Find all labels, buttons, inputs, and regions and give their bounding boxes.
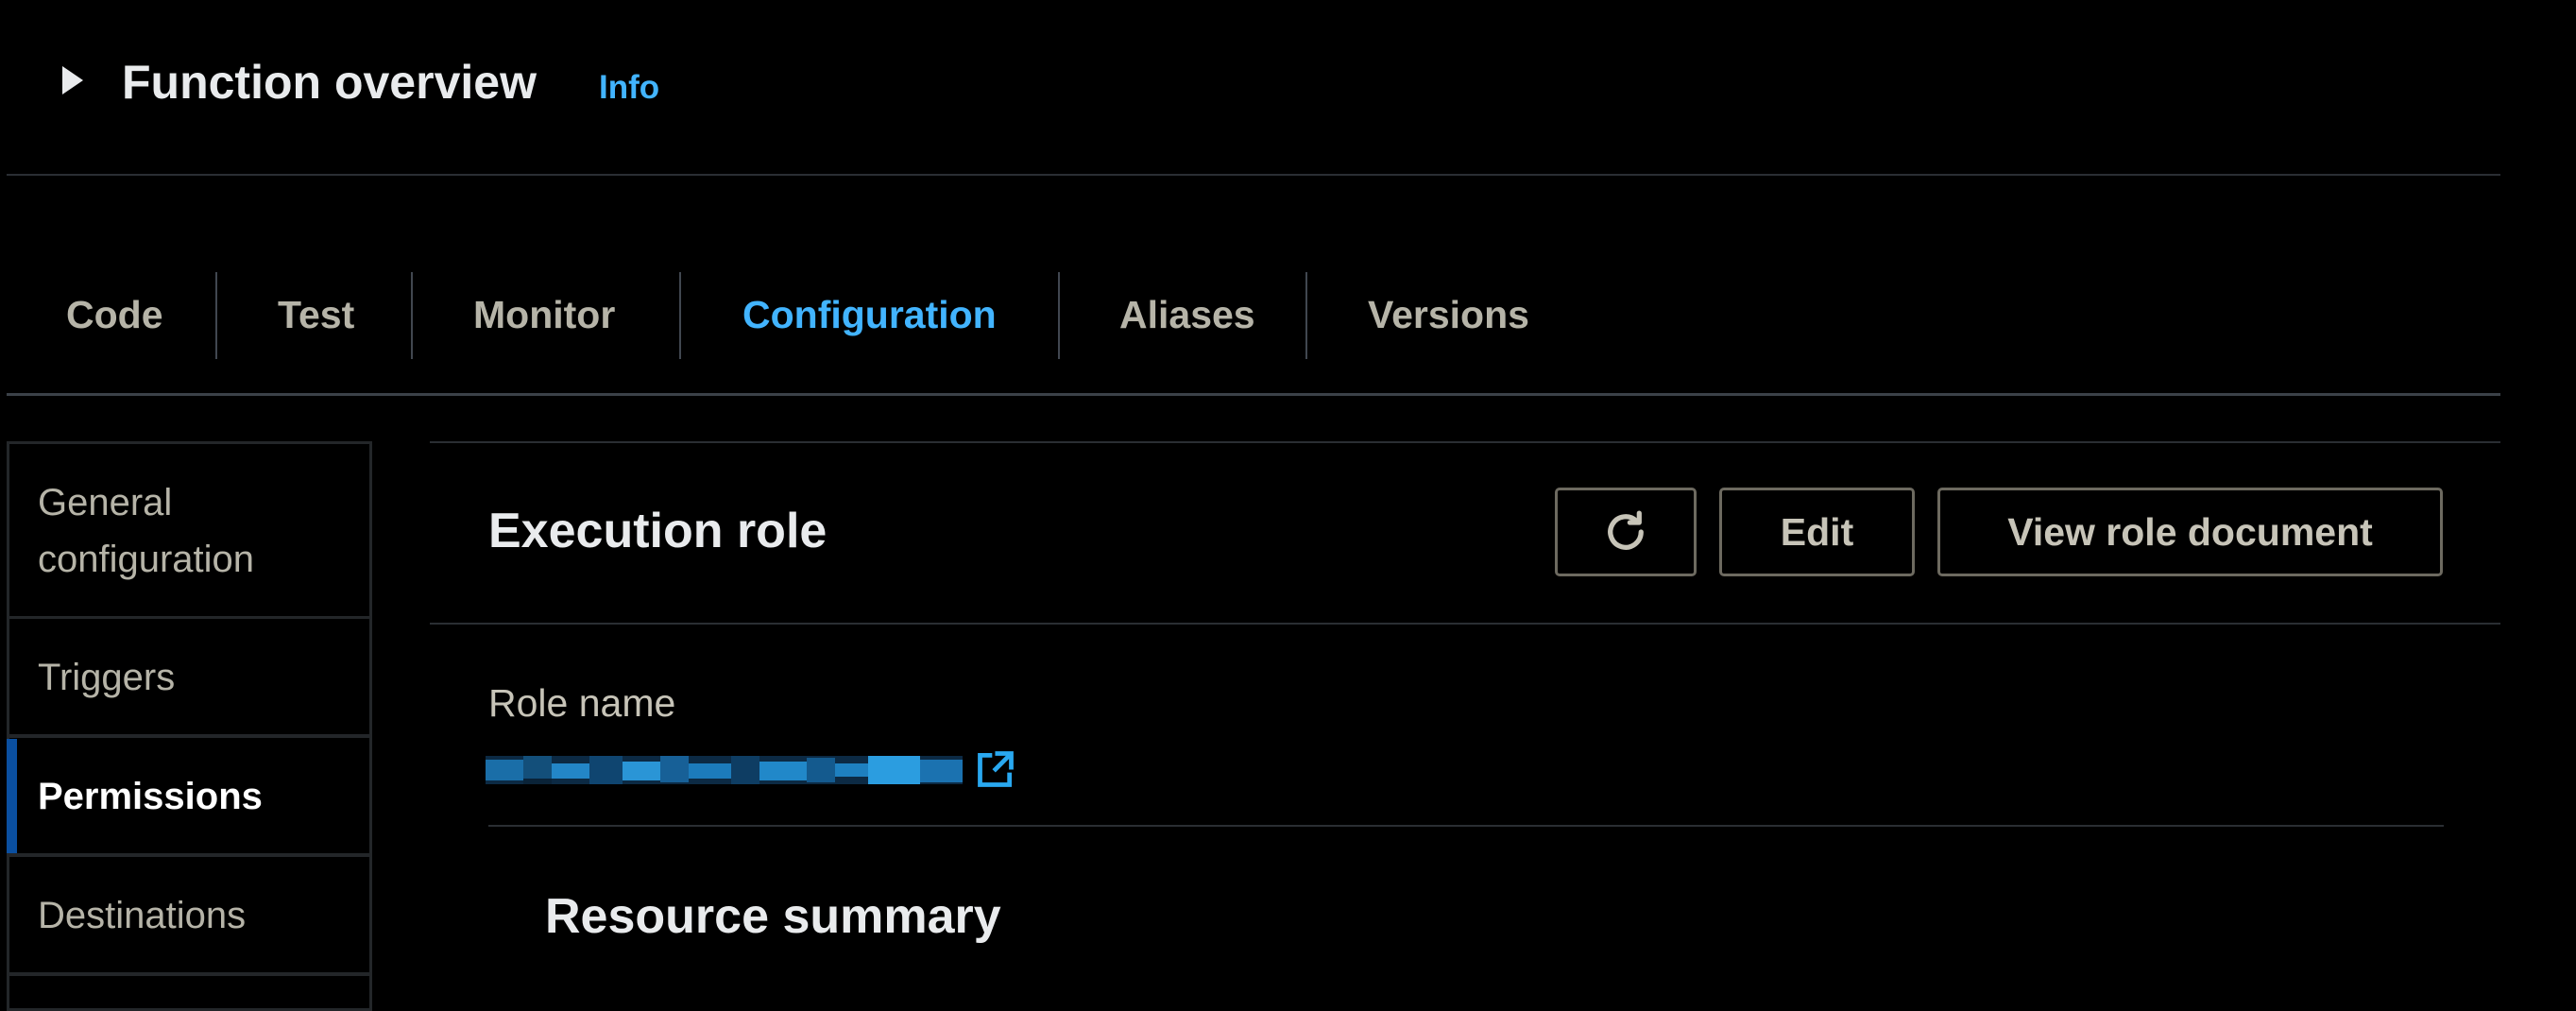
tab-bar-divider <box>7 393 2500 396</box>
tab-separator <box>679 272 681 359</box>
sidebar-item-label: Permissions <box>38 776 263 817</box>
section-title: Execution role <box>488 504 827 558</box>
info-link[interactable]: Info <box>599 67 659 109</box>
view-role-document-button[interactable]: View role document <box>1937 488 2443 576</box>
refresh-button[interactable] <box>1555 488 1697 576</box>
tab-aliases[interactable]: Aliases <box>1119 288 1255 341</box>
tab-separator <box>1305 272 1307 359</box>
tab-monitor[interactable]: Monitor <box>473 288 615 341</box>
tab-versions[interactable]: Versions <box>1368 288 1529 341</box>
resource-summary-title: Resource summary <box>545 889 1001 944</box>
expand-caret-icon[interactable] <box>62 66 83 94</box>
panel-border <box>430 441 2500 443</box>
tab-code[interactable]: Code <box>66 288 163 341</box>
role-name-link[interactable] <box>486 756 963 784</box>
tab-configuration[interactable]: Configuration <box>742 288 997 341</box>
page-title: Function overview <box>122 56 537 109</box>
sidebar-item-label: configuration <box>38 539 255 580</box>
refresh-icon <box>1608 510 1644 550</box>
sidebar-item[interactable] <box>7 973 372 1011</box>
role-name-label: Role name <box>488 681 676 725</box>
divider <box>7 174 2500 176</box>
tab-separator <box>1058 272 1060 359</box>
active-indicator <box>7 739 17 853</box>
tab-test[interactable]: Test <box>278 288 354 341</box>
sidebar-item-label: General <box>38 482 173 523</box>
divider <box>488 825 2444 827</box>
panel-divider <box>430 623 2500 625</box>
sidebar-item-label: Destinations <box>38 895 247 936</box>
external-link-icon[interactable] <box>975 748 1016 790</box>
sidebar-item-label: Triggers <box>38 657 176 698</box>
edit-button[interactable]: Edit <box>1719 488 1915 576</box>
tab-separator <box>411 272 413 359</box>
tab-separator <box>215 272 217 359</box>
